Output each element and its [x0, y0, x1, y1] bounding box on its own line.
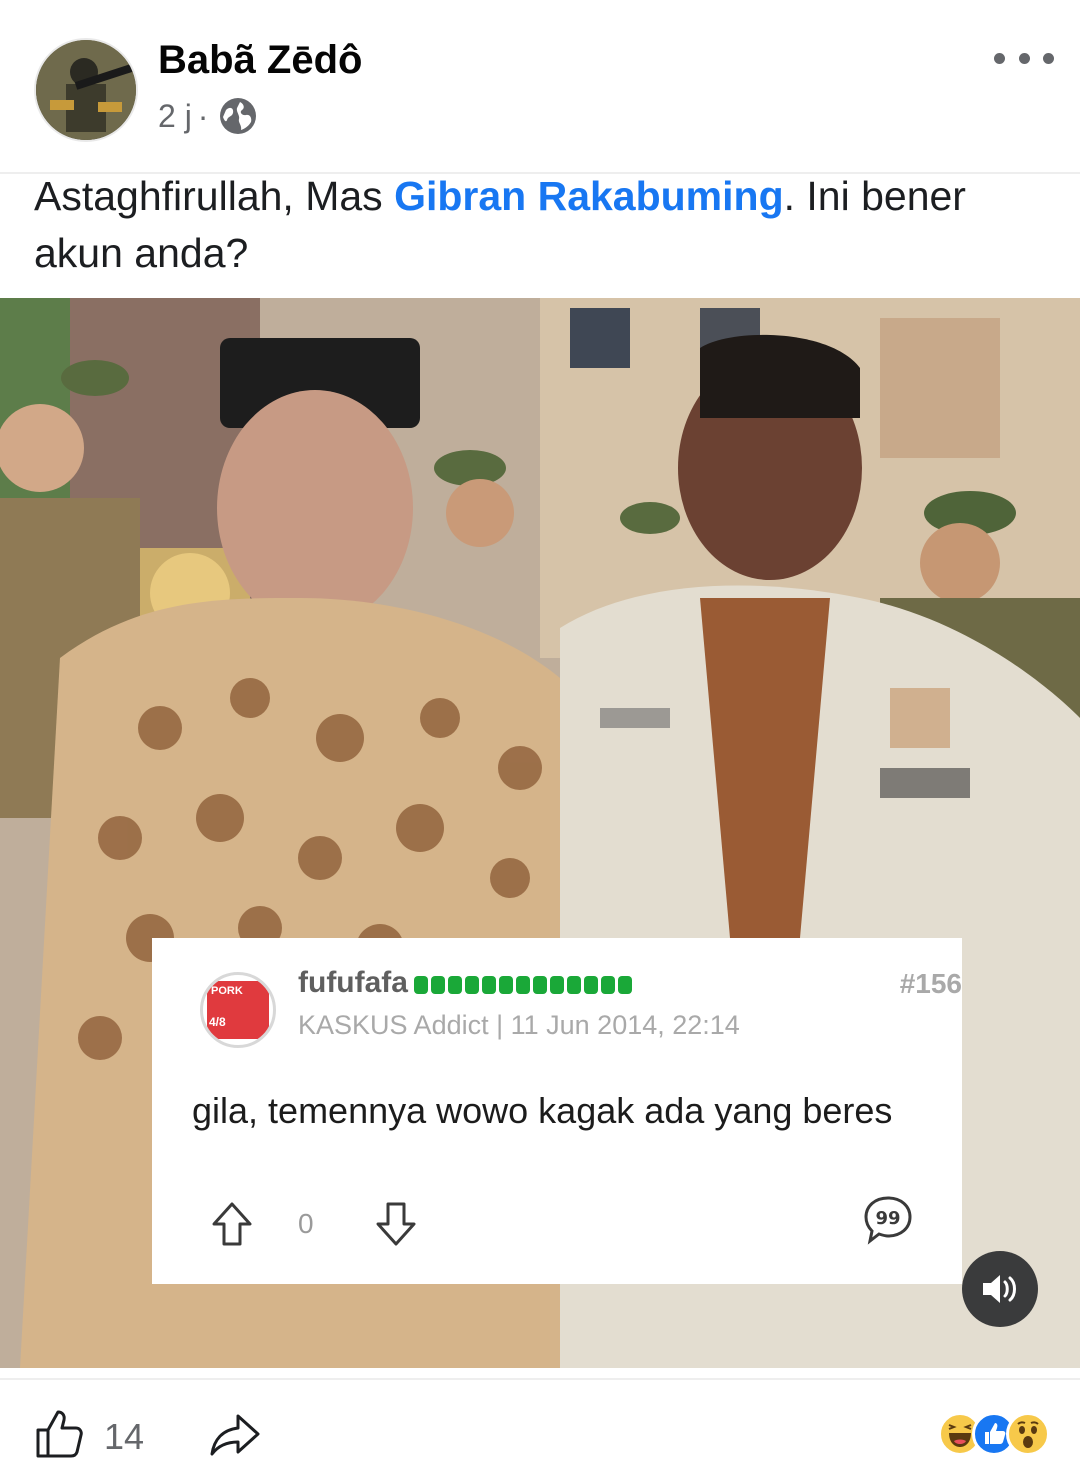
meta-separator: · [197, 97, 209, 134]
badge-top-label: PORK [211, 985, 243, 997]
share-icon[interactable] [208, 1412, 262, 1458]
reputation-bar [414, 976, 632, 994]
reputation-pip [414, 976, 428, 994]
sound-toggle-button[interactable] [962, 1251, 1038, 1327]
post-time[interactable]: 2 j [158, 98, 192, 135]
reaction-summary[interactable] [938, 1412, 1050, 1456]
reputation-pip [550, 976, 564, 994]
reputation-pip [516, 976, 530, 994]
speaker-icon [983, 1275, 1016, 1303]
reputation-pip [567, 976, 581, 994]
more-options-button[interactable] [994, 40, 1054, 76]
comment-text: gila, temennya wowo kagak ada yang beres [192, 1090, 893, 1131]
post-meta: 2 j · [158, 96, 258, 136]
downvote-icon [376, 1202, 416, 1246]
comment-vote-bar: 0 [210, 1200, 418, 1248]
reputation-pip [431, 976, 445, 994]
footer-divider [0, 1378, 1080, 1380]
reputation-pip [584, 976, 598, 994]
reputation-pip [533, 976, 547, 994]
globe-icon[interactable] [218, 96, 258, 136]
author-avatar[interactable] [34, 38, 138, 142]
reputation-pip [601, 976, 615, 994]
reputation-pip [482, 976, 496, 994]
rank-and-date: KASKUS Addict | 11 Jun 2014, 22:14 [298, 1010, 740, 1040]
caption-text-start: Astaghfirullah, Mas [34, 173, 395, 219]
user-badge: PORK 4/8 [200, 972, 276, 1048]
more-dot [1043, 52, 1054, 64]
svg-text:99: 99 [875, 1208, 900, 1229]
like-count[interactable]: 14 [104, 1416, 144, 1458]
author-name[interactable]: Babã Zēdô [158, 38, 362, 83]
quote-icon: 99 [864, 1196, 912, 1245]
wow-reaction-icon [1006, 1412, 1050, 1456]
comment-username: fufufafa [298, 966, 408, 999]
post-caption: Astaghfirullah, Mas Gibran Rakabuming. I… [34, 168, 1054, 282]
more-dot [1018, 52, 1030, 64]
upvote-icon [212, 1202, 252, 1246]
reputation-pip [465, 976, 479, 994]
mention-link[interactable]: Gibran Rakabuming [394, 173, 784, 219]
embedded-kaskus-comment: PORK 4/8 fufufafa #156 KASKUS Addict | 1… [152, 938, 962, 1284]
reputation-pip [499, 976, 513, 994]
avatar-photo [36, 40, 136, 140]
post-footer: 14 [0, 1390, 1080, 1478]
reputation-pip [448, 976, 462, 994]
vote-count: 0 [298, 1208, 314, 1239]
post-header: Babã Zēdô 2 j · [0, 0, 1080, 160]
reputation-pip [618, 976, 632, 994]
post-number: #156 [899, 968, 962, 999]
badge-bottom-label: 4/8 [209, 1015, 226, 1029]
like-icon[interactable] [34, 1408, 84, 1460]
more-dot [994, 52, 1005, 64]
